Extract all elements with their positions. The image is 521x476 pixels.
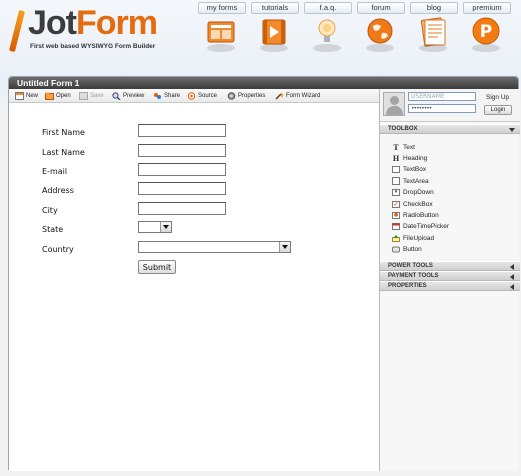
calendar-icon — [392, 222, 400, 230]
tool-text[interactable]: T Text — [392, 142, 415, 152]
password-field[interactable]: •••••••• — [408, 104, 476, 113]
chevron-down-icon — [279, 242, 290, 252]
username-field[interactable]: USERNAME — [408, 92, 476, 101]
site-header: JotForm First web based WYSIWYG Form Bui… — [0, 0, 521, 72]
state-dropdown[interactable] — [138, 221, 172, 233]
textarea-icon — [392, 177, 400, 185]
city-label: City — [42, 206, 58, 215]
logo-wordmark: JotForm — [28, 4, 158, 42]
source-code-icon — [187, 92, 196, 100]
email-label: E-mail — [42, 167, 68, 176]
share-icon — [153, 92, 162, 100]
source-button[interactable]: Source — [187, 91, 217, 101]
nav-tab-faq[interactable]: f.a.q. — [304, 2, 352, 14]
tool-button[interactable]: Button — [392, 244, 422, 254]
country-dropdown[interactable] — [138, 241, 291, 253]
expand-icon — [510, 284, 514, 290]
tool-textbox[interactable]: TextBox — [392, 164, 426, 174]
open-button[interactable]: Open — [45, 91, 71, 101]
email-field[interactable] — [138, 163, 226, 176]
tool-datetimepicker[interactable]: DateTimePicker — [392, 221, 449, 231]
city-field[interactable] — [138, 202, 226, 215]
save-icon — [79, 92, 88, 100]
state-label: State — [42, 225, 64, 234]
upload-icon — [392, 234, 400, 242]
gear-icon — [227, 92, 236, 100]
payment-tools-header[interactable]: PAYMENT TOOLS — [380, 271, 520, 281]
first-name-label: First Name — [42, 128, 85, 137]
toolbox-header[interactable]: TOOLBOX — [380, 124, 520, 134]
tool-heading[interactable]: H Heading — [392, 153, 428, 163]
premium-icon[interactable]: P — [470, 16, 502, 52]
nav-tab-premium[interactable]: premium — [463, 2, 511, 14]
expand-icon — [510, 274, 514, 280]
text-icon: T — [393, 142, 399, 152]
tutorials-icon[interactable] — [258, 16, 290, 52]
right-panel: USERNAME •••••••• Sign Up Login TOOLBOX … — [379, 89, 520, 471]
address-label: Address — [42, 186, 74, 195]
last-name-field[interactable] — [138, 144, 226, 157]
country-label: Country — [42, 245, 74, 254]
magnifier-icon — [112, 92, 121, 101]
properties-button[interactable]: Properties — [227, 91, 265, 101]
tool-dropdown[interactable]: ▾ DropDown — [392, 187, 434, 197]
chevron-down-icon — [160, 222, 171, 232]
magic-wand-icon — [275, 92, 284, 100]
lightbulb-icon[interactable] — [311, 16, 343, 52]
radio-button-icon: ● — [392, 211, 400, 219]
tool-checkbox[interactable]: ✓ CheckBox — [392, 199, 433, 209]
share-button[interactable]: Share — [153, 91, 180, 101]
textbox-icon — [392, 165, 400, 173]
heading-icon: H — [392, 153, 400, 163]
jotform-logo[interactable]: JotForm First web based WYSIWYG Form Bui… — [9, 4, 162, 56]
last-name-label: Last Name — [42, 148, 85, 157]
nav-tab-my-forms[interactable]: my forms — [198, 2, 246, 14]
submit-button[interactable]: Submit — [138, 260, 176, 274]
power-tools-header[interactable]: POWER TOOLS — [380, 261, 520, 271]
nav-tab-tutorials[interactable]: tutorials — [251, 2, 299, 14]
window-titlebar: Untitled Form 1 — [9, 77, 518, 89]
nav-tab-blog[interactable]: blog — [410, 2, 458, 14]
my-forms-icon[interactable] — [205, 16, 237, 52]
form-builder-window: Untitled Form 1 New Open Save Preview Sh… — [8, 76, 520, 471]
address-field[interactable] — [138, 182, 226, 195]
new-form-icon — [15, 92, 24, 100]
nav-tab-forum[interactable]: forum — [357, 2, 405, 14]
form-wizard-button[interactable]: Form Wizard — [275, 91, 320, 101]
globe-icon[interactable] — [364, 16, 396, 52]
logo-tagline: First web based WYSIWYG Form Builder — [30, 43, 156, 50]
tool-radiobutton[interactable]: ● RadioButton — [392, 210, 439, 220]
expand-icon — [510, 264, 514, 270]
dropdown-icon: ▾ — [392, 188, 400, 196]
pen-icon — [9, 9, 25, 53]
collapse-icon — [509, 128, 515, 132]
svg-text:P: P — [480, 22, 492, 42]
properties-header[interactable]: PROPERTIES — [380, 281, 520, 291]
button-icon — [392, 246, 400, 253]
folder-icon — [45, 92, 54, 100]
login-area: USERNAME •••••••• Sign Up Login — [380, 89, 520, 122]
tool-textarea[interactable]: TextArea — [392, 176, 429, 186]
toolbar: New Open Save Preview Share Source Prope… — [9, 89, 379, 103]
first-name-field[interactable] — [138, 124, 226, 137]
blog-icon[interactable] — [417, 16, 449, 52]
form-title[interactable]: Untitled Form 1 — [17, 77, 79, 89]
form-canvas: First Name Last Name E-mail Address City… — [9, 104, 379, 471]
checkbox-icon: ✓ — [392, 200, 400, 208]
new-button[interactable]: New — [15, 91, 38, 101]
preview-button[interactable]: Preview — [112, 91, 144, 101]
tool-fileupload[interactable]: FileUpload — [392, 233, 434, 243]
sign-up-link[interactable]: Sign Up — [486, 94, 509, 101]
login-button[interactable]: Login — [484, 105, 512, 115]
save-button[interactable]: Save — [79, 91, 104, 101]
avatar — [383, 92, 405, 116]
